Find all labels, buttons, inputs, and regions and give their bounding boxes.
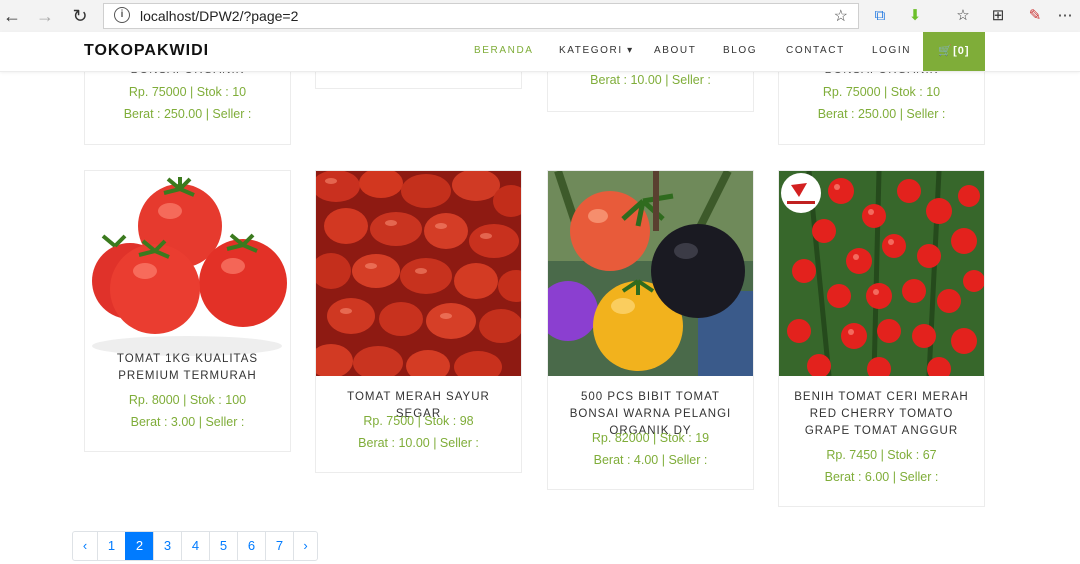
pagination-page[interactable]: 4 xyxy=(181,532,209,560)
favorites-icon[interactable]: ☆ xyxy=(953,6,973,26)
forward-icon[interactable]: → xyxy=(33,4,57,28)
pagination-page[interactable]: 1 xyxy=(97,532,125,560)
product-name[interactable]: BENIH TOMAT CERI MERAH RED CHERRY TOMATO… xyxy=(787,389,976,440)
site-navbar: TOKOPAKWIDI BERANDA KATEGORI ▾ ABOUT BLO… xyxy=(0,32,1080,72)
pagination-prev[interactable]: ‹ xyxy=(73,532,97,560)
pagination-page[interactable]: 7 xyxy=(265,532,293,560)
favorite-star-icon[interactable]: ☆ xyxy=(834,6,848,26)
extension-icon[interactable]: ✎ xyxy=(1025,6,1045,26)
back-icon[interactable]: ← xyxy=(0,4,24,28)
product-price: Rp. 75000 | Stok : 10 xyxy=(822,85,941,99)
product-card[interactable]: BENIH TOMAT CERI MERAH RED CHERRY TOMATO… xyxy=(778,170,985,507)
product-image[interactable] xyxy=(779,171,984,376)
more-icon[interactable]: ⋯ xyxy=(1055,6,1075,26)
pagination-next[interactable]: › xyxy=(293,532,317,560)
product-price: Rp. 7500 | Stok : 98 xyxy=(363,414,474,428)
product-weight: Berat : 4.00 | Seller : xyxy=(593,453,708,467)
cart-button[interactable]: 🛒[0] xyxy=(923,32,985,71)
browser-toolbar: ← → ↻ i localhost/DPW2/?page=2 ☆ ⧉ ⬇ ☆ ⊞… xyxy=(0,0,1080,33)
product-weight: Berat : 10.00 | Seller : xyxy=(590,73,711,87)
product-weight: Berat : 10.00 | Seller : xyxy=(358,436,479,450)
product-card[interactable]: TOMAT MERAH SAYUR SEGAR Rp. 7500 | Stok … xyxy=(315,170,522,473)
pagination: ‹ 1 2 3 4 5 6 7 › xyxy=(72,531,318,561)
product-price: Rp. 8000 | Stok : 100 xyxy=(128,393,247,407)
brand-logo[interactable]: TOKOPAKWIDI xyxy=(84,42,209,60)
product-card[interactable]: TOMAT 1KG KUALITAS PREMIUM TERMURAH Rp. … xyxy=(84,170,291,452)
info-icon[interactable]: i xyxy=(114,7,130,23)
pagination-page-active[interactable]: 2 xyxy=(125,532,153,560)
download-extension-icon[interactable]: ⬇ xyxy=(905,6,925,26)
pagination-page[interactable]: 5 xyxy=(209,532,237,560)
product-name[interactable]: TOMAT 1KG KUALITAS PREMIUM TERMURAH xyxy=(93,351,282,385)
collections-icon[interactable]: ⊞ xyxy=(988,6,1008,26)
pagination-page[interactable]: 6 xyxy=(237,532,265,560)
pagination-page[interactable]: 3 xyxy=(153,532,181,560)
address-bar[interactable]: i localhost/DPW2/?page=2 ☆ xyxy=(103,3,859,29)
menu-item-about[interactable]: ABOUT xyxy=(654,45,696,56)
product-weight: Berat : 250.00 | Seller : xyxy=(817,107,946,121)
menu-item-beranda[interactable]: BERANDA xyxy=(474,45,534,56)
product-card[interactable]: 500 PCS BIBIT TOMAT BONSAI WARNA PELANGI… xyxy=(547,170,754,490)
product-price: Rp. 82000 | Stok : 19 xyxy=(591,431,710,445)
menu-item-login[interactable]: LOGIN xyxy=(872,45,911,56)
translate-extension-icon[interactable]: ⧉ xyxy=(870,6,890,26)
menu-item-contact[interactable]: CONTACT xyxy=(786,45,845,56)
refresh-icon[interactable]: ↻ xyxy=(68,4,92,28)
menu-item-kategori[interactable]: KATEGORI ▾ xyxy=(559,45,634,56)
product-weight: Berat : 6.00 | Seller : xyxy=(824,470,939,484)
product-image[interactable] xyxy=(316,171,521,376)
product-image[interactable] xyxy=(548,171,753,376)
product-price: Rp. 75000 | Stok : 10 xyxy=(128,85,247,99)
product-image[interactable] xyxy=(85,171,290,376)
product-weight: Berat : 250.00 | Seller : xyxy=(123,107,252,121)
product-weight: Berat : 3.00 | Seller : xyxy=(130,415,245,429)
product-price: Rp. 7450 | Stok : 67 xyxy=(826,448,937,462)
menu-item-blog[interactable]: BLOG xyxy=(723,45,757,56)
url-text[interactable]: localhost/DPW2/?page=2 xyxy=(140,8,298,24)
